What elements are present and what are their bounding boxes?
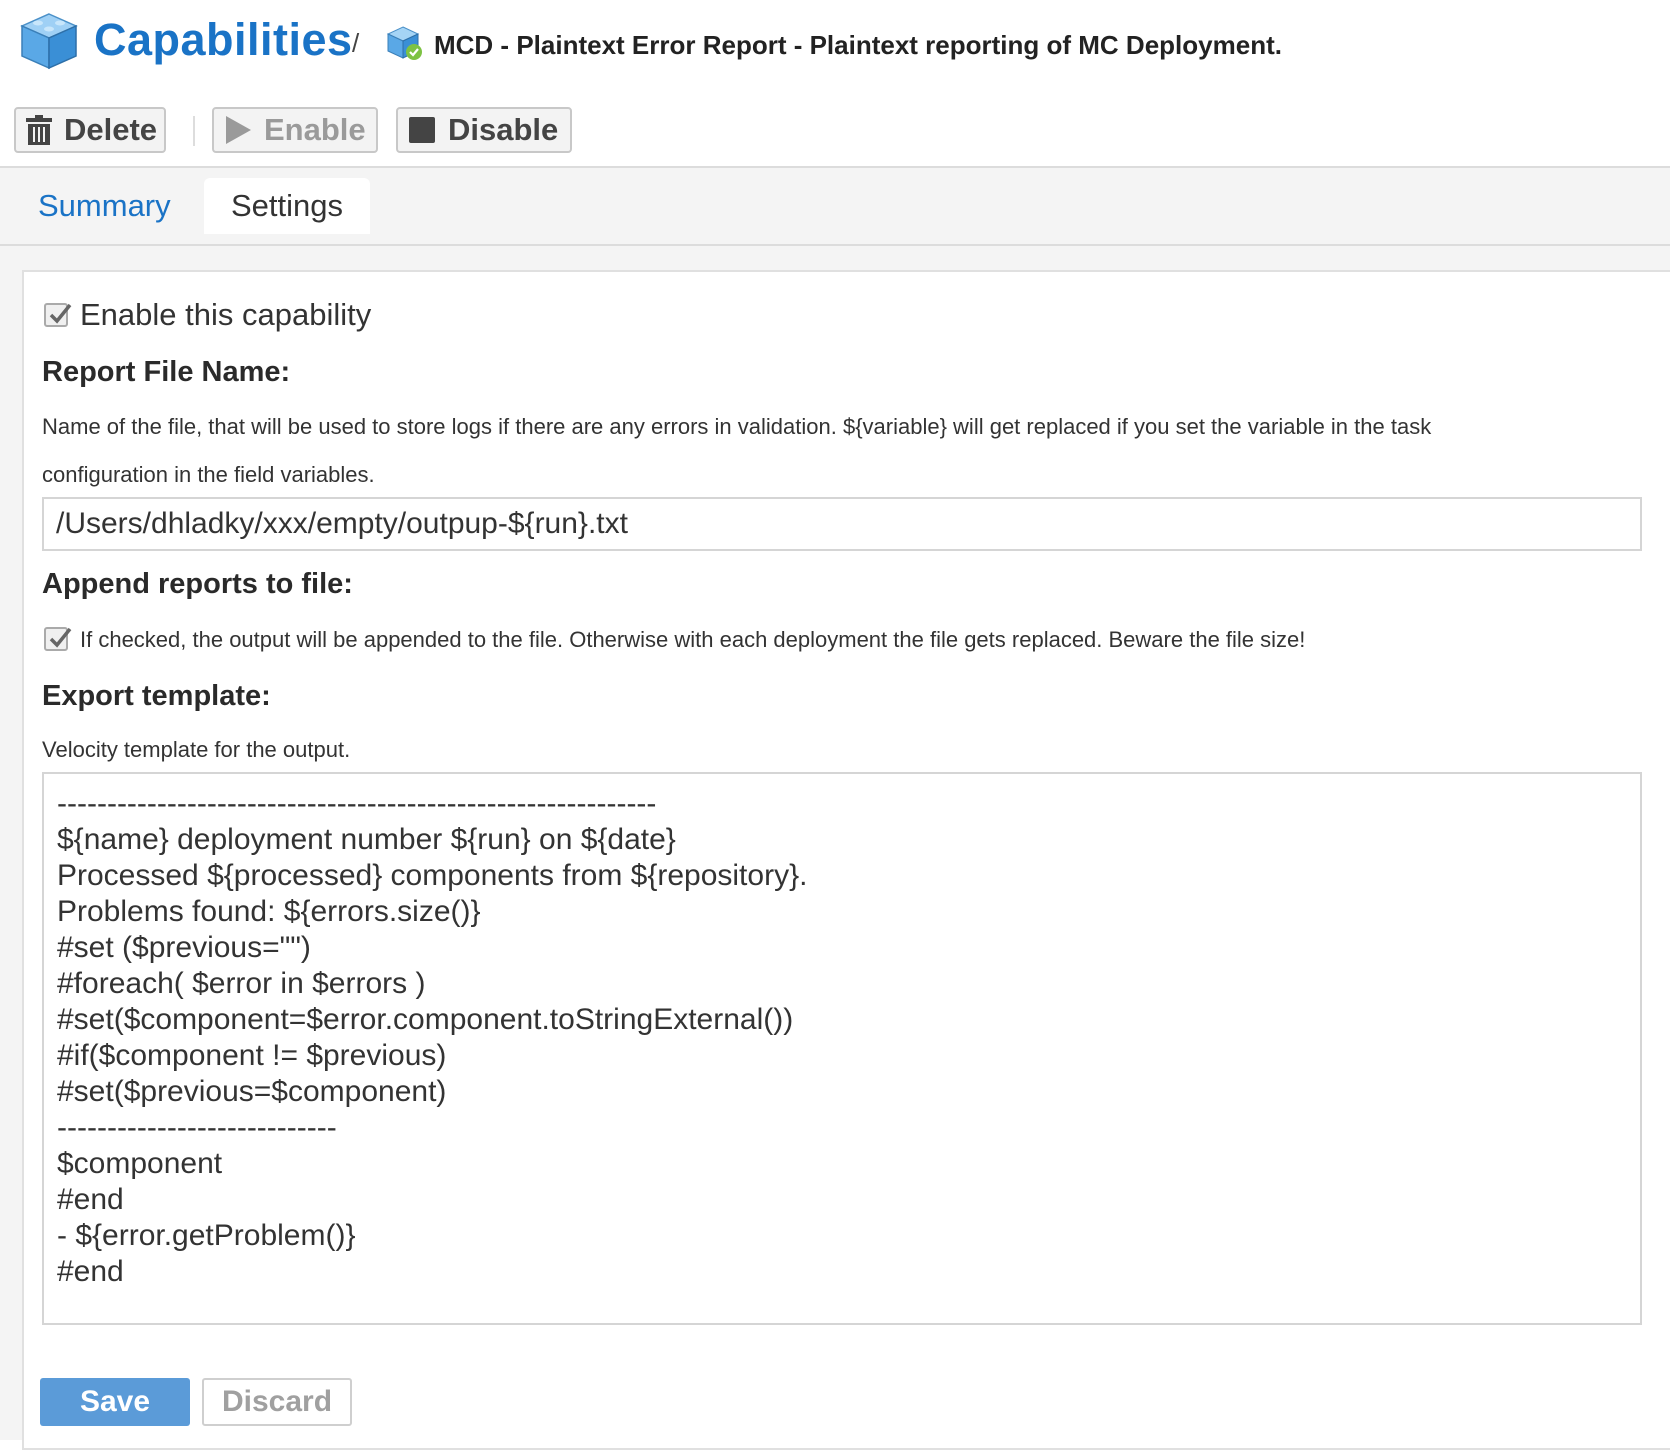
toolbar-divider bbox=[193, 116, 195, 146]
enable-button[interactable]: Enable bbox=[212, 107, 378, 153]
tab-summary[interactable]: Summary bbox=[38, 178, 171, 234]
append-title: Append reports to file: bbox=[42, 568, 353, 600]
export-template-textarea[interactable]: ----------------------------------------… bbox=[42, 772, 1642, 1325]
report-file-description-line1: Name of the file, that will be used to s… bbox=[42, 414, 1432, 439]
stop-icon bbox=[409, 117, 435, 143]
delete-button[interactable]: Delete bbox=[14, 107, 166, 153]
checkmark-icon bbox=[49, 627, 72, 648]
disable-label: Disable bbox=[448, 112, 559, 147]
disable-button[interactable]: Disable bbox=[396, 107, 572, 153]
capability-name: MCD - Plaintext Error Report - Plaintext… bbox=[434, 30, 1282, 60]
trash-icon bbox=[26, 115, 52, 145]
page-title[interactable]: Capabilities bbox=[94, 14, 353, 66]
export-template-description: Velocity template for the output. bbox=[42, 737, 351, 762]
report-file-input[interactable] bbox=[42, 497, 1642, 551]
enable-capability-label[interactable]: Enable this capability bbox=[80, 297, 371, 333]
append-checkbox[interactable] bbox=[44, 627, 72, 651]
report-file-description-line2: configuration in the field variables. bbox=[42, 462, 375, 487]
enable-label: Enable bbox=[264, 112, 366, 147]
enable-capability-checkbox[interactable] bbox=[44, 303, 72, 327]
delete-label: Delete bbox=[64, 112, 158, 147]
checkmark-icon bbox=[49, 303, 72, 324]
save-button[interactable]: Save bbox=[40, 1378, 190, 1426]
toolbar: Delete Enable Disable bbox=[0, 100, 1670, 166]
export-template-title: Export template: bbox=[42, 680, 271, 712]
tab-bar: Summary Settings bbox=[0, 166, 1670, 246]
cube-icon bbox=[20, 13, 78, 70]
append-label[interactable]: If checked, the output will be appended … bbox=[80, 627, 1305, 653]
discard-button[interactable]: Discard bbox=[202, 1378, 352, 1426]
report-file-title: Report File Name: bbox=[42, 356, 291, 388]
page-header: Capabilities / MCD - Plaintext Error Rep… bbox=[0, 0, 1670, 96]
breadcrumb-separator: / bbox=[352, 28, 360, 58]
play-icon bbox=[226, 116, 251, 144]
tab-settings[interactable]: Settings bbox=[204, 178, 370, 234]
cube-check-icon bbox=[386, 26, 422, 60]
